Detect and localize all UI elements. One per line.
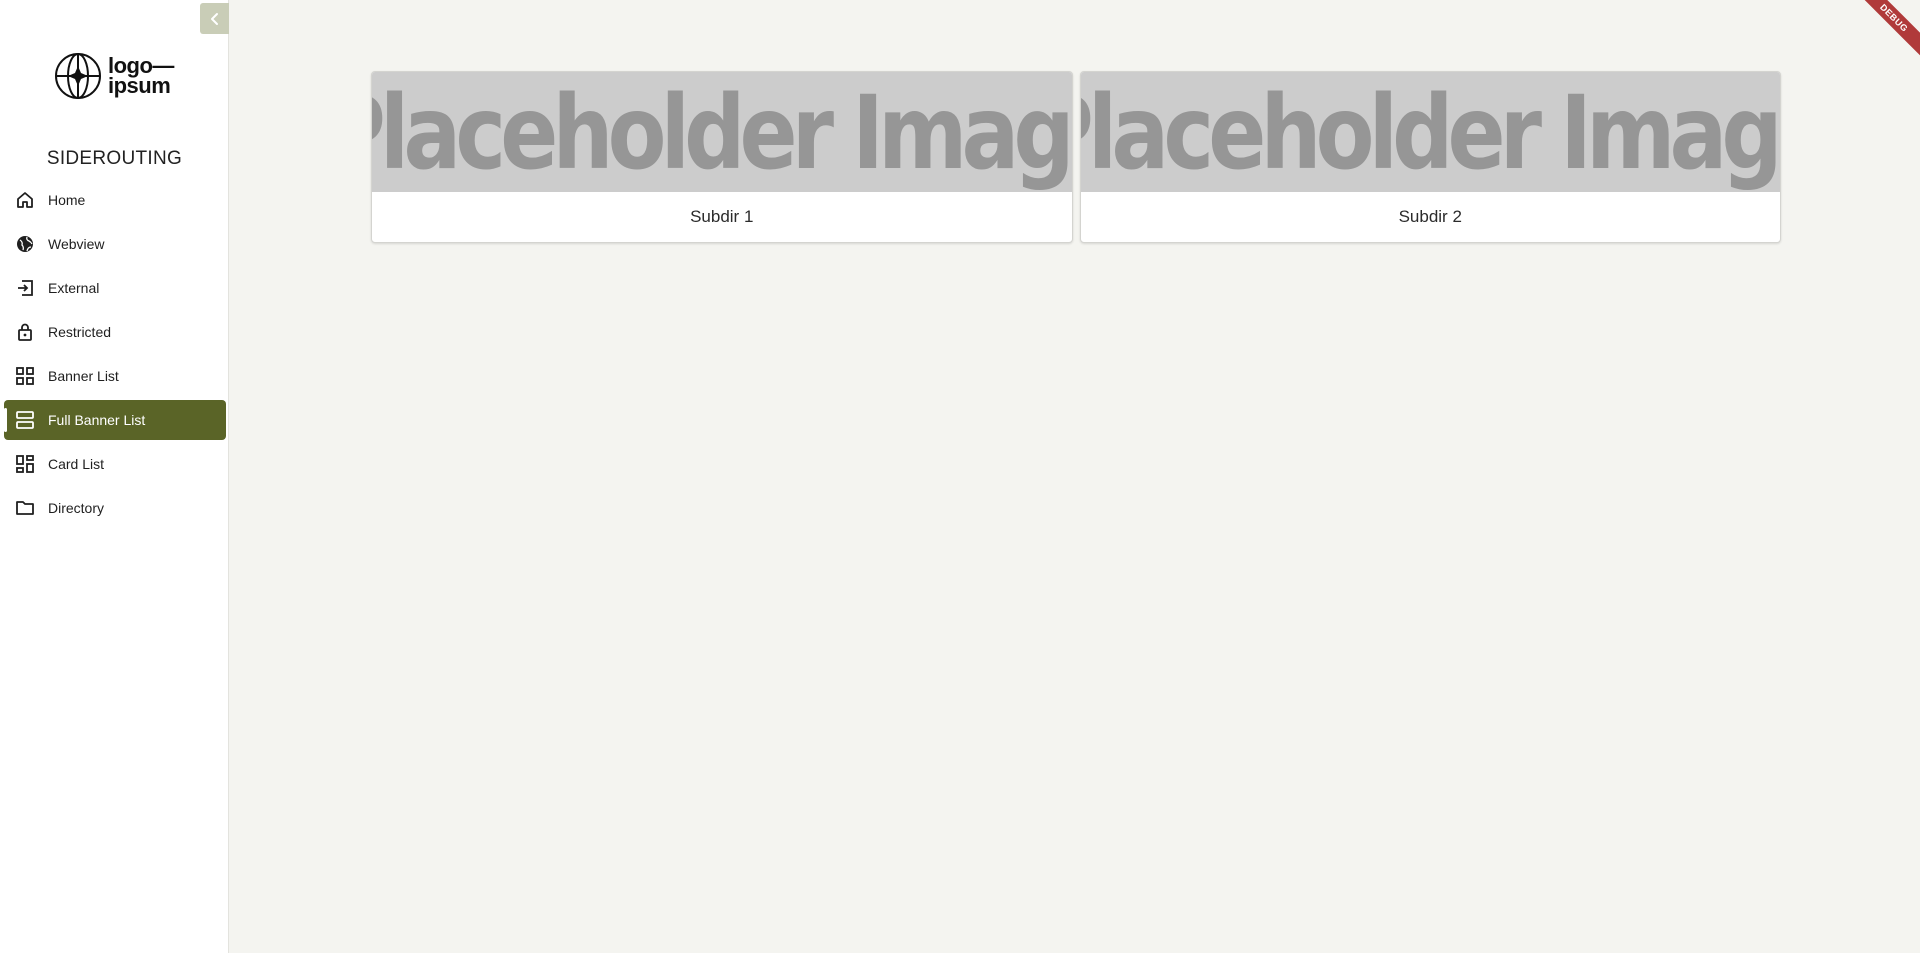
sidebar-item-label: External xyxy=(48,280,100,296)
main-content: Placeholder Image Subdir 1 Placeholder I… xyxy=(230,0,1920,953)
sidebar-item-label: Webview xyxy=(48,236,105,252)
sidebar-item-full-banner-list[interactable]: Full Banner List xyxy=(4,400,226,440)
home-icon xyxy=(14,189,36,211)
sidebar-item-directory[interactable]: Directory xyxy=(4,488,226,528)
banner-card-subdir-2[interactable]: Placeholder Image Subdir 2 xyxy=(1079,71,1781,243)
banner-card-subdir-1[interactable]: Placeholder Image Subdir 1 xyxy=(371,71,1073,243)
globe-logo-icon xyxy=(55,53,101,99)
globe-icon xyxy=(14,233,36,255)
folder-icon xyxy=(14,497,36,519)
placeholder-image: Placeholder Image xyxy=(1080,72,1781,192)
sidebar-item-label: Home xyxy=(48,192,86,208)
sidebar-item-webview[interactable]: Webview xyxy=(4,224,226,264)
lock-icon xyxy=(14,321,36,343)
card-label: Subdir 2 xyxy=(1398,207,1462,226)
sidebar: logo— ipsum SIDEROUTING Home Webview Ext… xyxy=(0,0,229,953)
sidebar-item-external[interactable]: External xyxy=(4,268,226,308)
banner-list: Placeholder Image Subdir 1 Placeholder I… xyxy=(371,71,1781,243)
sidebar-item-label: Card List xyxy=(48,456,105,472)
logo-text: logo— ipsum xyxy=(108,55,174,98)
placeholder-image-text: Placeholder Image xyxy=(372,74,1072,192)
dashboard-icon xyxy=(14,453,36,475)
sidebar-item-label: Banner List xyxy=(48,368,119,384)
sidebar-item-home[interactable]: Home xyxy=(4,180,226,220)
card-label: Subdir 1 xyxy=(690,207,754,226)
rows-icon xyxy=(14,409,36,431)
placeholder-image: Placeholder Image xyxy=(372,72,1072,192)
placeholder-image-text: Placeholder Image xyxy=(1080,74,1781,192)
sidebar-item-label: Directory xyxy=(48,500,105,516)
sidebar-item-card-list[interactable]: Card List xyxy=(4,444,226,484)
logo-text-line2: ipsum xyxy=(108,73,171,98)
sidebar-item-label: Full Banner List xyxy=(48,412,146,428)
sidebar-title: SIDEROUTING xyxy=(46,148,183,169)
login-icon xyxy=(14,277,36,299)
collapse-sidebar-button[interactable] xyxy=(200,3,229,34)
chevron-left-icon xyxy=(210,12,218,25)
app-logo: logo— ipsum xyxy=(54,51,178,101)
sidebar-item-label: Restricted xyxy=(48,324,112,340)
sidebar-item-restricted[interactable]: Restricted xyxy=(4,312,226,352)
grid-icon xyxy=(14,365,36,387)
sidebar-nav: Home Webview External Restricted Banner … xyxy=(4,180,226,532)
sidebar-item-banner-list[interactable]: Banner List xyxy=(4,356,226,396)
